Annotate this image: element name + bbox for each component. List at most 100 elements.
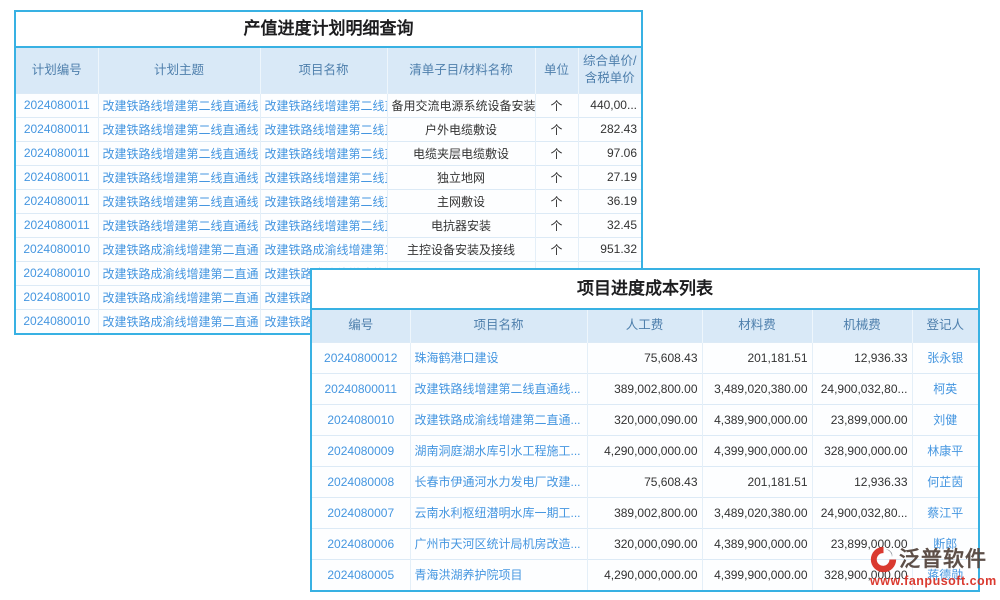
machinery-cost-cell: 24,900,032,80...: [812, 373, 912, 404]
plan-no-link[interactable]: 2024080011: [16, 213, 98, 237]
unit-cell: 个: [535, 213, 578, 237]
cost-number-link[interactable]: 20240800012: [312, 342, 410, 373]
table-row: 2024080011改建铁路线增建第二线直通线改建铁路线增建第二线直通线电缆夹层…: [16, 141, 641, 165]
table-row: 2024080011改建铁路线增建第二线直通线改建铁路线增建第二线直通线户外电缆…: [16, 117, 641, 141]
plan-subject-link[interactable]: 改建铁路线增建第二线直通线: [98, 165, 260, 189]
project-name-link[interactable]: 改建铁路成渝线增建第二直通...: [410, 404, 587, 435]
unit-cell: 个: [535, 237, 578, 261]
table-row: 2024080008长春市伊通河水力发电厂改建...75,608.43201,1…: [312, 466, 978, 497]
project-name-link[interactable]: 青海洪湖养护院项目: [410, 559, 587, 590]
material-cost-cell: 201,181.51: [702, 342, 812, 373]
item-material-cell: 主网敷设: [387, 189, 535, 213]
plan-subject-link[interactable]: 改建铁路线增建第二线直通线: [98, 117, 260, 141]
table-row: 2024080011改建铁路线增建第二线直通线改建铁路线增建第二线直通线独立地网…: [16, 165, 641, 189]
plan-subject-link[interactable]: 改建铁路成渝线增建第二直通: [98, 285, 260, 309]
registrant-link[interactable]: 蔡江平: [912, 497, 978, 528]
machinery-cost-cell: 24,900,032,80...: [812, 497, 912, 528]
registrant-link[interactable]: 何芷茵: [912, 466, 978, 497]
cost-panel-title: 项目进度成本列表: [312, 270, 978, 310]
plan-subject-link[interactable]: 改建铁路成渝线增建第二直通: [98, 309, 260, 333]
table-row: 2024080011改建铁路线增建第二线直通线改建铁路线增建第二线直通线备用交流…: [16, 93, 641, 117]
cost-number-link[interactable]: 2024080010: [312, 404, 410, 435]
project-name-link[interactable]: 改建铁路线增建第二线直通线: [260, 213, 387, 237]
labor-cost-cell: 4,290,000,000.00: [587, 559, 702, 590]
plan-no-link[interactable]: 2024080010: [16, 309, 98, 333]
item-material-cell: 户外电缆敷设: [387, 117, 535, 141]
plan-subject-link[interactable]: 改建铁路成渝线增建第二直通: [98, 237, 260, 261]
plan-no-link[interactable]: 2024080011: [16, 189, 98, 213]
plan-subject-link[interactable]: 改建铁路线增建第二线直通线: [98, 213, 260, 237]
registrant-link[interactable]: 张永银: [912, 342, 978, 373]
plan-no-link[interactable]: 2024080010: [16, 261, 98, 285]
project-name-link[interactable]: 改建铁路线增建第二线直通线: [260, 141, 387, 165]
cost-number-link[interactable]: 2024080009: [312, 435, 410, 466]
material-cost-cell: 4,389,900,000.00: [702, 404, 812, 435]
cost-number-link[interactable]: 2024080007: [312, 497, 410, 528]
plan-subject-link[interactable]: 改建铁路成渝线增建第二直通: [98, 261, 260, 285]
project-name-link[interactable]: 湖南洞庭湖水库引水工程施工...: [410, 435, 587, 466]
labor-cost-cell: 75,608.43: [587, 466, 702, 497]
labor-cost-cell: 4,290,000,000.00: [587, 435, 702, 466]
project-name-link[interactable]: 改建铁路线增建第二线直通线...: [410, 373, 587, 404]
col-header-labor-cost: 人工费: [587, 310, 702, 342]
project-name-link[interactable]: 长春市伊通河水力发电厂改建...: [410, 466, 587, 497]
registrant-link[interactable]: 刘健: [912, 404, 978, 435]
item-material-cell: 主控设备安装及接线: [387, 237, 535, 261]
plan-no-link[interactable]: 2024080011: [16, 165, 98, 189]
material-cost-cell: 4,389,900,000.00: [702, 528, 812, 559]
plan-no-link[interactable]: 2024080011: [16, 117, 98, 141]
fanpu-watermark: 泛普软件 www.fanpusoft.com: [870, 546, 1000, 594]
plan-no-link[interactable]: 2024080010: [16, 237, 98, 261]
material-cost-cell: 201,181.51: [702, 466, 812, 497]
unit-price-cell: 36.19: [578, 189, 641, 213]
registrant-link[interactable]: 柯英: [912, 373, 978, 404]
project-name-link[interactable]: 广州市天河区统计局机房改造...: [410, 528, 587, 559]
machinery-cost-cell: 12,936.33: [812, 342, 912, 373]
cost-number-link[interactable]: 2024080006: [312, 528, 410, 559]
table-row: 20240800012珠海鹤港口建设75,608.43201,181.5112,…: [312, 342, 978, 373]
labor-cost-cell: 320,000,090.00: [587, 528, 702, 559]
unit-price-cell: 440,00...: [578, 93, 641, 117]
col-header-unit: 单位: [535, 48, 578, 93]
unit-cell: 个: [535, 93, 578, 117]
registrant-link[interactable]: 林康平: [912, 435, 978, 466]
col-header-registrant: 登记人: [912, 310, 978, 342]
project-name-link[interactable]: 改建铁路线增建第二线直通线: [260, 93, 387, 117]
project-name-link[interactable]: 改建铁路线增建第二线直通线: [260, 117, 387, 141]
plan-subject-link[interactable]: 改建铁路线增建第二线直通线: [98, 141, 260, 165]
fanpu-brand-text: 泛普软件: [899, 548, 987, 572]
unit-cell: 个: [535, 165, 578, 189]
labor-cost-cell: 75,608.43: [587, 342, 702, 373]
table-row: 2024080011改建铁路线增建第二线直通线改建铁路线增建第二线直通线主网敷设…: [16, 189, 641, 213]
cost-number-link[interactable]: 2024080008: [312, 466, 410, 497]
material-cost-cell: 4,399,900,000.00: [702, 559, 812, 590]
project-name-link[interactable]: 改建铁路线增建第二线直通线: [260, 189, 387, 213]
unit-price-cell: 282.43: [578, 117, 641, 141]
unit-cell: 个: [535, 141, 578, 165]
col-header-number: 编号: [312, 310, 410, 342]
plan-no-link[interactable]: 2024080011: [16, 93, 98, 117]
col-header-material-cost: 材料费: [702, 310, 812, 342]
project-name-link[interactable]: 改建铁路成渝线增建第二直: [260, 237, 387, 261]
col-header-plan-subject: 计划主题: [98, 48, 260, 93]
plan-subject-link[interactable]: 改建铁路线增建第二线直通线: [98, 189, 260, 213]
item-material-cell: 电抗器安装: [387, 213, 535, 237]
unit-cell: 个: [535, 189, 578, 213]
material-cost-cell: 4,399,900,000.00: [702, 435, 812, 466]
fanpu-url-text: www.fanpusoft.com: [870, 574, 1000, 588]
cost-number-link[interactable]: 20240800011: [312, 373, 410, 404]
project-name-link[interactable]: 云南水利枢纽潜明水库一期工...: [410, 497, 587, 528]
plan-panel-title: 产值进度计划明细查询: [16, 12, 641, 48]
plan-no-link[interactable]: 2024080011: [16, 141, 98, 165]
plan-subject-link[interactable]: 改建铁路线增建第二线直通线: [98, 93, 260, 117]
plan-no-link[interactable]: 2024080010: [16, 285, 98, 309]
project-name-link[interactable]: 珠海鹤港口建设: [410, 342, 587, 373]
cost-number-link[interactable]: 2024080005: [312, 559, 410, 590]
table-row: 2024080011改建铁路线增建第二线直通线改建铁路线增建第二线直通线电抗器安…: [16, 213, 641, 237]
table-row: 2024080010改建铁路成渝线增建第二直通改建铁路成渝线增建第二直主控设备安…: [16, 237, 641, 261]
unit-cell: 个: [535, 117, 578, 141]
fanpu-logo-icon: [870, 546, 899, 573]
project-name-link[interactable]: 改建铁路线增建第二线直通线: [260, 165, 387, 189]
cost-table-header-row: 编号 项目名称 人工费 材料费 机械费 登记人: [312, 310, 978, 342]
table-row: 2024080009湖南洞庭湖水库引水工程施工...4,290,000,000.…: [312, 435, 978, 466]
